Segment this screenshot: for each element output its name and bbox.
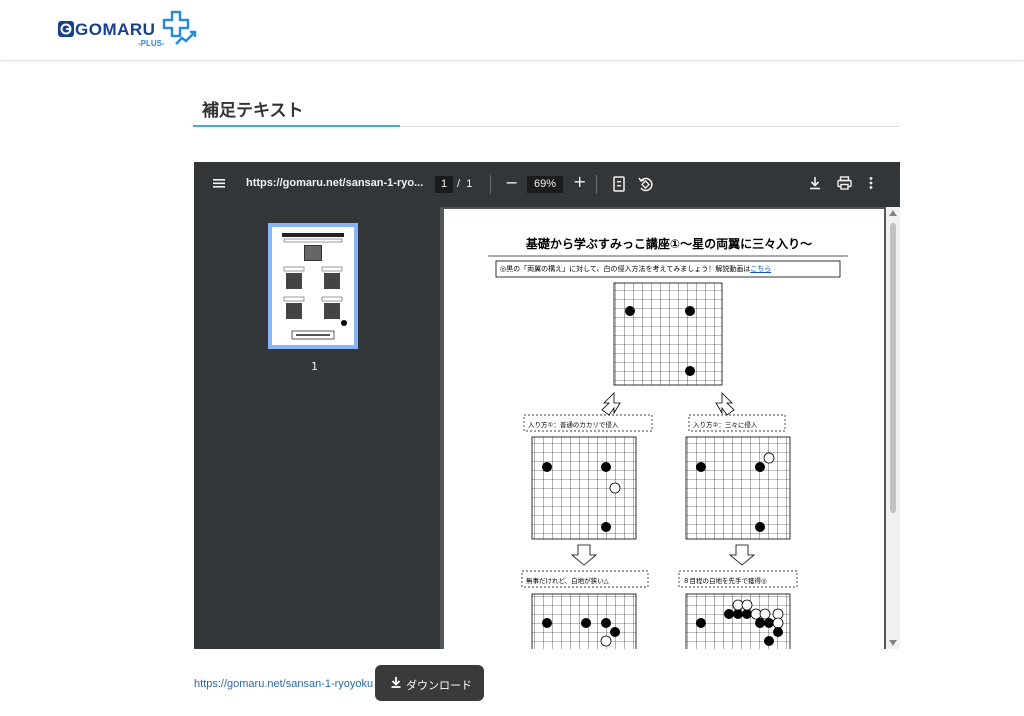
scroll-up-icon[interactable] (889, 210, 897, 216)
rotate-icon[interactable] (637, 176, 653, 192)
page-number-input[interactable]: 1 (435, 176, 453, 193)
toolbar-divider (596, 175, 597, 194)
page-count: / 1 (457, 178, 472, 190)
page-intro-text: ◎黒の「両翼の構え」に対して、白の侵入方法を考えてみましょう！解説動画は (500, 265, 751, 273)
document-title: https://gomaru.net/sansan-1-ryo... (246, 177, 424, 189)
download-button-label: ダウンロード (406, 679, 472, 692)
more-options-icon[interactable] (868, 176, 874, 190)
thumbnail-preview (282, 233, 347, 340)
result-1-label: 無事だけれど、白地が狭い△ (526, 577, 609, 585)
toolbar-divider (490, 175, 491, 194)
scroll-down-icon[interactable] (889, 640, 897, 646)
thumbnail-page-number: 1 (311, 360, 318, 373)
download-button[interactable]: ダウンロード (375, 665, 484, 701)
logo-subtext: -PLUS- (138, 39, 165, 48)
site-header: GOMARU -PLUS- (0, 0, 1024, 61)
title-accent-bar (193, 125, 400, 127)
pdf-url-link[interactable]: https://gomaru.net/sansan-1-ryoyoku (194, 678, 373, 690)
page-intro: ◎黒の「両翼の構え」に対して、白の侵入方法を考えてみましょう！解説動画はこちら (500, 264, 771, 274)
download-icon[interactable] (808, 176, 822, 190)
site-logo[interactable]: GOMARU -PLUS- (58, 10, 198, 48)
page-heading: 基礎から学ぶすみっこ講座①～星の両翼に三々入り～ (525, 237, 813, 251)
pdf-toolbar: https://gomaru.net/sansan-1-ryo... 1 / 1… (194, 162, 900, 207)
page-viewport[interactable]: 基礎から学ぶすみっこ講座①～星の両翼に三々入り～ ◎黒の「両翼の構え」に対して、… (440, 207, 900, 649)
method-2-label: 入り方②：三々に侵入 (693, 421, 758, 429)
result-2-label: ８目程の白地を先手で獲得◎ (683, 577, 767, 585)
fit-page-icon[interactable] (612, 176, 626, 192)
print-icon[interactable] (837, 176, 852, 190)
section-title: 補足テキスト (202, 101, 304, 121)
zoom-in-button[interactable]: + (573, 172, 586, 191)
page-thumbnail[interactable] (268, 223, 358, 349)
logo-text: GOMARU (75, 20, 156, 39)
method-1-label: 入り方①：普通のカカリで侵入 (528, 421, 619, 429)
download-icon (391, 677, 401, 688)
page-scrollbar[interactable] (886, 207, 900, 649)
thumbnail-page (272, 227, 354, 345)
page-separator: / (457, 178, 461, 190)
video-link[interactable]: こちら (750, 265, 771, 273)
logo-g-icon (58, 21, 74, 37)
logo-plus-icon (162, 10, 197, 45)
total-pages: 1 (466, 178, 473, 190)
scroll-thumb[interactable] (890, 223, 896, 513)
zoom-out-button[interactable]: − (505, 173, 518, 192)
pdf-viewer: https://gomaru.net/sansan-1-ryo... 1 / 1… (194, 162, 900, 649)
pdf-page: 基礎から学ぶすみっこ講座①～星の両翼に三々入り～ ◎黒の「両翼の構え」に対して、… (444, 209, 884, 649)
zoom-input[interactable]: 69% (527, 176, 563, 193)
thumbnail-sidebar: 1 (194, 207, 440, 649)
page-content (488, 255, 848, 649)
menu-icon[interactable] (212, 176, 226, 190)
